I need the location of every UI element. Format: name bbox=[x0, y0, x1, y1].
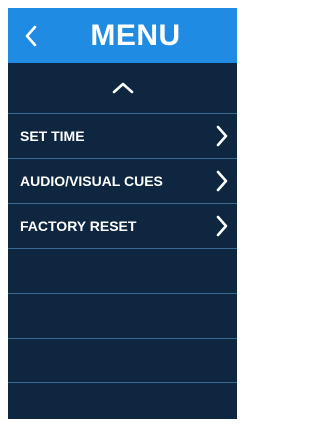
scroll-up-button[interactable] bbox=[8, 63, 237, 113]
menu-item-label: AUDIO/VISUAL CUES bbox=[20, 173, 163, 189]
header-bar: MENU bbox=[8, 8, 237, 63]
menu-item-label: FACTORY RESET bbox=[20, 218, 137, 234]
menu-item-empty bbox=[8, 293, 237, 338]
menu-item-empty bbox=[8, 338, 237, 383]
menu-item-audio-visual-cues[interactable]: AUDIO/VISUAL CUES bbox=[8, 158, 237, 203]
chevron-up-icon bbox=[112, 82, 133, 94]
menu-list: SET TIME AUDIO/VISUAL CUES FACTORY RESET bbox=[8, 113, 237, 383]
menu-item-empty bbox=[8, 248, 237, 293]
chevron-right-icon bbox=[213, 212, 231, 240]
chevron-left-icon bbox=[25, 25, 37, 47]
device-screen: MENU SET TIME AUDIO/VISUAL CUES FACTORY … bbox=[8, 8, 237, 419]
chevron-right-icon bbox=[213, 122, 231, 150]
menu-item-set-time[interactable]: SET TIME bbox=[8, 113, 237, 158]
page-title: MENU bbox=[90, 19, 181, 52]
chevron-right-icon bbox=[213, 167, 231, 195]
menu-item-label: SET TIME bbox=[20, 128, 85, 144]
back-button[interactable] bbox=[16, 20, 46, 52]
menu-item-factory-reset[interactable]: FACTORY RESET bbox=[8, 203, 237, 248]
